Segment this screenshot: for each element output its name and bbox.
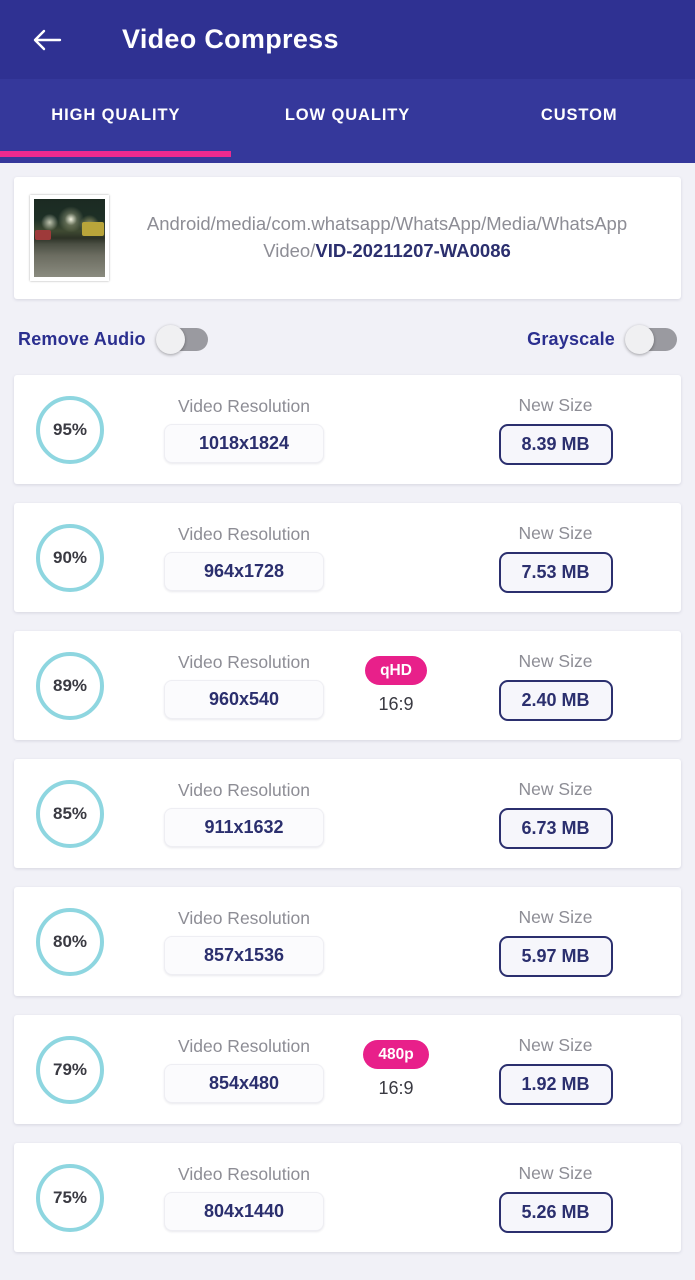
resolution-value[interactable]: 911x1632 xyxy=(164,808,324,848)
new-size-group: New Size 1.92 MB xyxy=(448,1035,663,1105)
new-size-label: New Size xyxy=(518,394,593,415)
remove-audio-switch[interactable] xyxy=(155,325,208,354)
resolution-value[interactable]: 960x540 xyxy=(164,680,324,720)
percent-ring: 80% xyxy=(36,907,104,976)
quality-badge-group: 480p 16:9 xyxy=(344,1039,448,1100)
new-size-group: New Size 7.53 MB xyxy=(448,523,663,593)
percent-ring: 90% xyxy=(36,523,104,592)
resolution-label: Video Resolution xyxy=(178,779,310,800)
file-name: VID-20211207-WA0086 xyxy=(315,240,511,261)
percent-value: 90% xyxy=(52,547,88,567)
quality-badge-group: qHD 16:9 xyxy=(344,655,448,716)
new-size-group: New Size 5.97 MB xyxy=(448,907,663,977)
new-size-label: New Size xyxy=(518,1034,593,1055)
resolution-label: Video Resolution xyxy=(178,1035,310,1056)
new-size-group: New Size 5.26 MB xyxy=(448,1163,663,1233)
resolution-group: Video Resolution 804x1440 xyxy=(144,1164,344,1232)
app-bar: Video Compress xyxy=(0,0,695,79)
percent-value: 75% xyxy=(52,1187,88,1207)
resolution-value[interactable]: 854x480 xyxy=(164,1064,324,1104)
resolution-label: Video Resolution xyxy=(178,1163,310,1184)
aspect-ratio: 16:9 xyxy=(378,694,414,715)
video-thumbnail-image xyxy=(34,199,105,277)
grayscale-label: Grayscale xyxy=(527,328,615,349)
resolution-value[interactable]: 964x1728 xyxy=(164,552,324,592)
new-size-value[interactable]: 1.92 MB xyxy=(498,1063,613,1105)
new-size-group: New Size 6.73 MB xyxy=(448,779,663,849)
back-button[interactable] xyxy=(24,17,70,63)
new-size-value[interactable]: 2.40 MB xyxy=(498,679,613,721)
aspect-ratio: 16:9 xyxy=(378,1078,414,1099)
new-size-value[interactable]: 5.26 MB xyxy=(498,1191,613,1233)
active-tab-indicator xyxy=(0,151,231,157)
compression-row[interactable]: 90% Video Resolution 964x1728 New Size 7.53 … xyxy=(14,503,681,612)
resolution-group: Video Resolution 964x1728 xyxy=(144,524,344,592)
tab-custom[interactable]: CUSTOM xyxy=(463,79,695,151)
percent-ring: 95% xyxy=(36,395,104,464)
switch-thumb xyxy=(625,325,654,354)
new-size-value[interactable]: 8.39 MB xyxy=(498,423,613,465)
new-size-label: New Size xyxy=(518,906,593,927)
compression-row[interactable]: 85% Video Resolution 911x1632 New Size 6.73 … xyxy=(14,759,681,868)
switch-thumb xyxy=(155,325,185,354)
new-size-value[interactable]: 5.97 MB xyxy=(498,935,613,977)
options-row: Remove Audio Grayscale xyxy=(14,299,681,375)
new-size-label: New Size xyxy=(518,650,593,671)
tab-high-quality[interactable]: HIGH QUALITY xyxy=(0,79,232,151)
resolution-label: Video Resolution xyxy=(178,523,310,544)
resolution-value[interactable]: 804x1440 xyxy=(164,1192,324,1232)
resolution-group: Video Resolution 911x1632 xyxy=(144,780,344,848)
tab-low-quality[interactable]: LOW QUALITY xyxy=(232,79,464,151)
quality-badge: qHD xyxy=(365,655,427,686)
resolution-group: Video Resolution 960x540 xyxy=(144,652,344,720)
percent-ring: 79% xyxy=(36,1035,104,1104)
percent-value: 85% xyxy=(52,803,88,823)
new-size-label: New Size xyxy=(518,778,593,799)
resolution-group: Video Resolution 854x480 xyxy=(144,1036,344,1104)
remove-audio-label: Remove Audio xyxy=(18,328,146,349)
percent-ring: 85% xyxy=(36,779,104,848)
resolution-group: Video Resolution 857x1536 xyxy=(144,908,344,976)
compression-row[interactable]: 95% Video Resolution 1018x1824 New Size 8.39… xyxy=(14,375,681,484)
page-title: Video Compress xyxy=(122,24,339,54)
percent-value: 89% xyxy=(52,675,88,695)
arrow-left-icon xyxy=(32,28,62,52)
grayscale-option[interactable]: Grayscale xyxy=(527,325,677,354)
resolution-value[interactable]: 1018x1824 xyxy=(164,424,324,464)
new-size-group: New Size 8.39 MB xyxy=(448,395,663,465)
quality-badge: 480p xyxy=(363,1039,429,1070)
resolution-label: Video Resolution xyxy=(178,395,310,416)
new-size-value[interactable]: 7.53 MB xyxy=(498,551,613,593)
file-path: Android/media/com.whatsapp/WhatsApp/Medi… xyxy=(109,211,665,265)
percent-value: 80% xyxy=(52,931,88,951)
tab-bar: HIGH QUALITY LOW QUALITY CUSTOM xyxy=(0,79,695,163)
percent-ring: 89% xyxy=(36,651,104,720)
grayscale-switch[interactable] xyxy=(625,325,677,354)
new-size-value[interactable]: 6.73 MB xyxy=(498,807,613,849)
percent-value: 79% xyxy=(52,1059,88,1079)
resolution-label: Video Resolution xyxy=(178,651,310,672)
new-size-group: New Size 2.40 MB xyxy=(448,651,663,721)
resolution-group: Video Resolution 1018x1824 xyxy=(144,396,344,464)
compression-row[interactable]: 80% Video Resolution 857x1536 New Size 5.97 … xyxy=(14,887,681,996)
compression-row[interactable]: 79% Video Resolution 854x480 480p 16:9 New Si… xyxy=(14,1015,681,1124)
compression-row[interactable]: 89% Video Resolution 960x540 qHD 16:9 New Siz… xyxy=(14,631,681,740)
content-area: Android/media/com.whatsapp/WhatsApp/Medi… xyxy=(0,177,695,1252)
compression-options-list: 95% Video Resolution 1018x1824 New Size 8.39… xyxy=(14,375,681,1252)
video-thumbnail xyxy=(30,195,109,281)
percent-ring: 75% xyxy=(36,1163,104,1232)
new-size-label: New Size xyxy=(518,522,593,543)
selected-file-card[interactable]: Android/media/com.whatsapp/WhatsApp/Medi… xyxy=(14,177,681,299)
resolution-label: Video Resolution xyxy=(178,907,310,928)
resolution-value[interactable]: 857x1536 xyxy=(164,936,324,976)
new-size-label: New Size xyxy=(518,1162,593,1183)
remove-audio-option[interactable]: Remove Audio xyxy=(18,325,208,354)
compression-row[interactable]: 75% Video Resolution 804x1440 New Size 5.26 … xyxy=(14,1143,681,1252)
percent-value: 95% xyxy=(52,419,88,439)
